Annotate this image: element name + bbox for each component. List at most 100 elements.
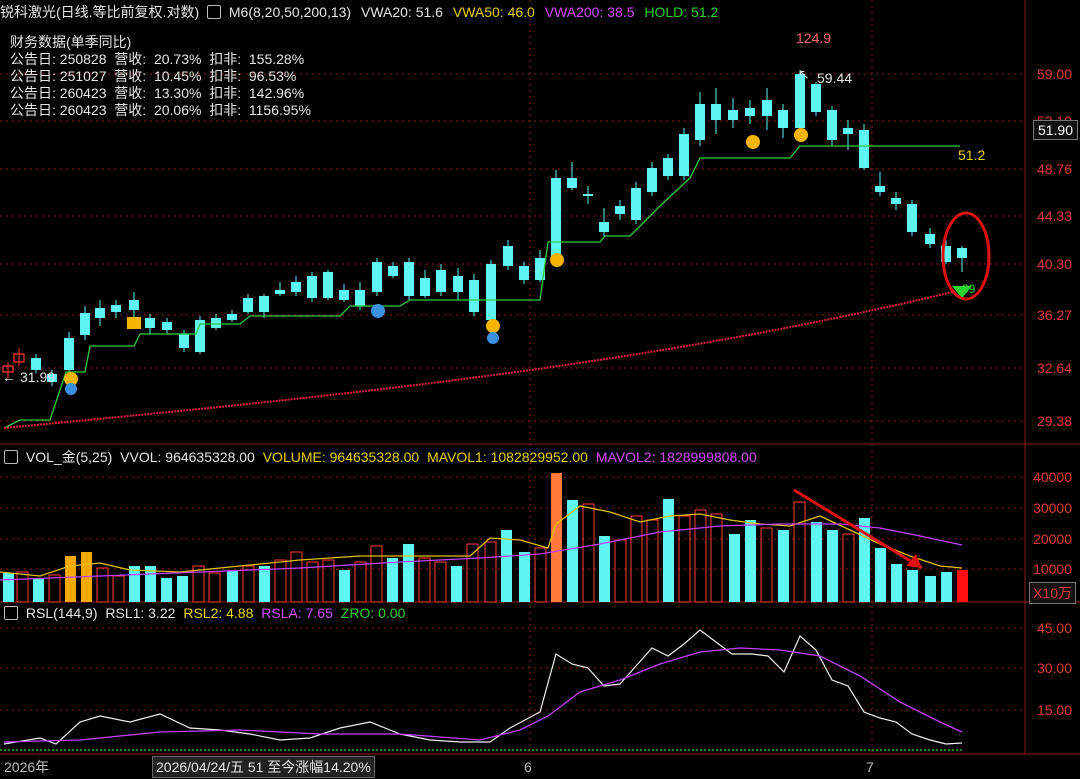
candle-body — [957, 248, 967, 258]
settings-icon[interactable] — [207, 5, 221, 19]
volume-bar — [274, 559, 287, 603]
rsla-value: RSLA: 7.65 — [261, 605, 333, 621]
candle-body — [243, 298, 253, 312]
main-chart-header: 锐科激光(日线.等比前复权.对数) M6(8,20,50,200,13) VWA… — [0, 4, 718, 20]
mavol1-value: MAVOL1: 1082829952.00 — [427, 449, 588, 465]
volume-bar — [177, 576, 188, 602]
financial-row: 公告日: 250828 营收: 20.73% 扣非: 155.28% — [10, 51, 305, 67]
financial-row: 公告日: 260423 营收: 20.06% 扣非: 1156.95% — [10, 102, 311, 118]
volume-tick: 10000 — [1033, 561, 1072, 577]
volume-bar — [112, 575, 125, 603]
candle-body — [211, 318, 221, 328]
current-price-tag: 51.90 — [1032, 120, 1078, 140]
candle-body — [179, 334, 189, 348]
volume-bar — [694, 509, 707, 603]
volume-bar — [599, 536, 610, 602]
financial-row: 公告日: 260423 营收: 13.30% 扣非: 142.96% — [10, 85, 305, 101]
volume-bar — [827, 530, 838, 602]
cursor-date-tag: 2026/04/24/五 51 至今涨幅14.20% — [152, 756, 375, 778]
volume-bar — [33, 578, 44, 602]
vwa50-value: VWA50: 46.0 — [452, 4, 535, 20]
price-tick: 29.38 — [1036, 413, 1072, 429]
candle-body — [615, 206, 625, 214]
settings-icon[interactable] — [4, 606, 18, 620]
candle-body — [728, 110, 738, 120]
candle-body — [711, 104, 721, 120]
candle-body — [795, 74, 805, 128]
vwa200-value: VWA200: 38.5 — [544, 4, 635, 20]
volume-bar — [875, 548, 886, 602]
price-tick: 40.30 — [1036, 256, 1072, 272]
volume-bar — [96, 567, 109, 603]
x-axis-month: 7 — [866, 759, 874, 775]
volume-bar — [811, 522, 822, 602]
volume-bar — [227, 571, 238, 602]
volume-bar — [242, 565, 255, 603]
candle-body — [599, 222, 609, 232]
candle-body — [679, 134, 689, 176]
price-tick: 59.00 — [1036, 66, 1072, 82]
volume-bar — [519, 552, 530, 602]
price-tick: 32.64 — [1036, 360, 1072, 376]
blue-dot-icon — [65, 383, 77, 395]
volume-bar — [403, 544, 414, 602]
candle-body — [778, 110, 788, 128]
volume-bar — [259, 566, 270, 602]
volume-bar — [3, 573, 14, 602]
candle-body — [503, 246, 513, 266]
volume-bar — [907, 570, 918, 602]
candle-body — [323, 272, 333, 298]
volume-bar — [941, 572, 952, 602]
arrow-left-icon: ← — [2, 369, 16, 385]
candle-body — [420, 278, 430, 296]
volume-bar — [466, 543, 479, 603]
volume-bar — [48, 574, 61, 603]
candle-body — [663, 158, 673, 176]
hold-line — [3, 145, 960, 429]
volume-unit: X10万 — [1029, 582, 1076, 604]
candle-body — [355, 290, 365, 306]
volume-bar — [630, 515, 643, 603]
candle-body — [811, 84, 821, 112]
candle-body — [647, 168, 657, 192]
rsl-tick: 30.00 — [1036, 660, 1072, 676]
volume-bar — [387, 558, 398, 602]
candle-body — [111, 305, 121, 312]
volume-bar — [161, 578, 172, 602]
candle-body — [80, 313, 90, 335]
price-tick: 36.27 — [1036, 307, 1072, 323]
settings-icon[interactable] — [4, 450, 18, 464]
candle-body — [307, 276, 317, 298]
financial-title: 财务数据(单季同比) — [10, 34, 132, 50]
volume-bar — [551, 473, 562, 602]
high-annotation: 124.9 — [796, 30, 832, 46]
rsla-line — [3, 647, 963, 743]
candle-body — [875, 186, 885, 192]
volume-header: VOL_金(5,25) VVOL: 964635328.00 VOLUME: 9… — [0, 449, 757, 465]
candle-body — [227, 314, 237, 320]
last-marker-label: 39 — [962, 282, 976, 296]
candle-body — [95, 308, 105, 318]
buy-marker-icon — [550, 253, 564, 267]
low-price-label: 31.99 — [20, 369, 56, 385]
rsl-tick: 45.00 — [1036, 620, 1072, 636]
volume-bar — [208, 572, 221, 603]
stock-title: 锐科激光(日线.等比前复权.对数) — [0, 4, 200, 20]
candle-body — [291, 282, 301, 292]
volume-bar — [925, 576, 936, 602]
candle-body — [469, 280, 479, 312]
candle-body — [859, 130, 869, 168]
x-axis-year: 2026年 — [4, 759, 50, 775]
rsl-tick: 15.00 — [1036, 702, 1072, 718]
candle-body — [745, 108, 755, 116]
rsl1-value: RSL1: 3.22 — [105, 605, 176, 621]
candle-body — [486, 264, 496, 320]
volume-bar — [778, 530, 789, 602]
candle-body — [843, 128, 853, 134]
candle-body — [583, 194, 593, 196]
mavol2-value: MAVOL2: 1828999808.00 — [595, 449, 757, 465]
volume-bar — [957, 570, 968, 602]
volume-bar — [534, 547, 547, 603]
hold-line-label: 51.2 — [958, 147, 986, 163]
volume-tick: 30000 — [1033, 500, 1072, 516]
